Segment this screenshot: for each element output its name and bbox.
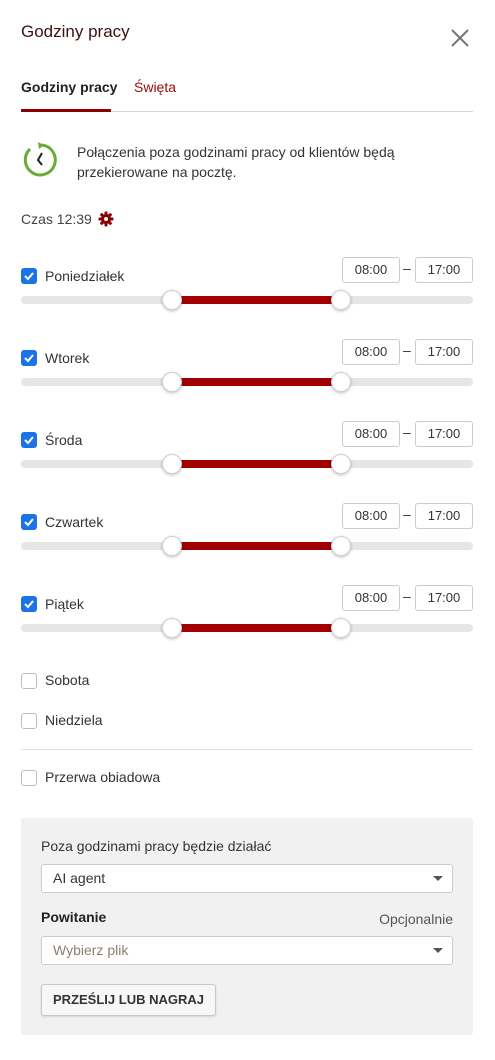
day-row-wednesday: Środa 08:00 – 17:00: [21, 421, 473, 492]
day-label: Wtorek: [45, 350, 90, 366]
current-time-row: Czas 12:39: [21, 211, 114, 227]
day-row-tuesday: Wtorek 08:00 – 17:00: [21, 339, 473, 410]
end-time-input[interactable]: 17:00: [415, 257, 473, 283]
gear-icon[interactable]: [98, 211, 114, 227]
slider-end-handle[interactable]: [331, 372, 352, 392]
upload-or-record-button[interactable]: PRZEŚLIJ LUB NAGRAJ: [41, 984, 216, 1016]
slider-range: [171, 296, 342, 304]
day-row-friday: Piątek 08:00 – 17:00: [21, 585, 473, 656]
wednesday-checkbox[interactable]: [21, 432, 37, 448]
friday-checkbox[interactable]: [21, 596, 37, 612]
range-separator: –: [403, 506, 411, 522]
slider-range: [171, 624, 342, 632]
dropdown-caret-icon: [433, 948, 443, 953]
after-hours-select[interactable]: AI agent: [41, 864, 453, 893]
clock-refresh-icon: [23, 142, 57, 177]
slider-start-handle[interactable]: [161, 290, 182, 310]
after-hours-title: Poza godzinami pracy będzie działać: [41, 838, 272, 854]
lunch-break-checkbox[interactable]: [21, 770, 37, 786]
slider-end-handle[interactable]: [331, 454, 352, 474]
saturday-checkbox[interactable]: [21, 673, 37, 689]
greeting-file-select[interactable]: Wybierz plik: [41, 936, 453, 965]
range-separator: –: [403, 424, 411, 440]
after-hours-selected-value: AI agent: [53, 870, 106, 886]
start-time-input[interactable]: 08:00: [342, 421, 400, 447]
day-row-thursday: Czwartek 08:00 – 17:00: [21, 503, 473, 574]
current-time-label: Czas 12:39: [21, 211, 92, 227]
slider-start-handle[interactable]: [161, 536, 182, 556]
range-separator: –: [403, 260, 411, 276]
tab-working-hours[interactable]: Godziny pracy: [21, 79, 117, 95]
range-separator: –: [403, 342, 411, 358]
slider-start-handle[interactable]: [161, 618, 182, 638]
range-separator: –: [403, 588, 411, 604]
day-row-sunday: Niedziela: [21, 711, 321, 731]
start-time-input[interactable]: 08:00: [342, 339, 400, 365]
tab-bar: Godziny pracy Święta: [21, 76, 473, 112]
start-time-input[interactable]: 08:00: [342, 257, 400, 283]
day-label: Sobota: [45, 672, 90, 688]
slider-range: [171, 378, 342, 386]
lunch-break-label: Przerwa obiadowa: [45, 769, 161, 785]
monday-checkbox[interactable]: [21, 268, 37, 284]
thursday-checkbox[interactable]: [21, 514, 37, 530]
day-row-monday: Poniedziałek 08:00 – 17:00: [21, 257, 473, 328]
lunch-break-row: Przerwa obiadowa: [21, 768, 321, 788]
dialog-title: Godziny pracy: [21, 22, 130, 41]
slider-range: [171, 542, 342, 550]
tuesday-checkbox[interactable]: [21, 350, 37, 366]
slider-start-handle[interactable]: [161, 372, 182, 392]
end-time-input[interactable]: 17:00: [415, 421, 473, 447]
greeting-label: Powitanie: [41, 909, 107, 925]
optional-label: Opcjonalnie: [379, 911, 453, 927]
day-label: Środa: [45, 432, 83, 448]
start-time-input[interactable]: 08:00: [342, 503, 400, 529]
dropdown-caret-icon: [433, 876, 443, 881]
slider-end-handle[interactable]: [331, 618, 352, 638]
day-label: Niedziela: [45, 712, 103, 728]
close-icon[interactable]: [448, 26, 472, 50]
day-label: Piątek: [45, 596, 84, 612]
active-tab-indicator: [21, 109, 111, 112]
info-text: Połączenia poza godzinami pracy od klien…: [77, 144, 395, 180]
divider: [21, 749, 473, 750]
slider-end-handle[interactable]: [331, 290, 352, 310]
after-hours-panel: Poza godzinami pracy będzie działać AI a…: [21, 818, 473, 1035]
day-label: Czwartek: [45, 514, 104, 530]
day-label: Poniedziałek: [45, 268, 125, 284]
slider-end-handle[interactable]: [331, 536, 352, 556]
file-select-placeholder: Wybierz plik: [53, 942, 129, 958]
sunday-checkbox[interactable]: [21, 713, 37, 729]
end-time-input[interactable]: 17:00: [415, 339, 473, 365]
day-row-saturday: Sobota: [21, 671, 321, 691]
tab-holidays[interactable]: Święta: [134, 79, 176, 95]
slider-start-handle[interactable]: [161, 454, 182, 474]
end-time-input[interactable]: 17:00: [415, 585, 473, 611]
end-time-input[interactable]: 17:00: [415, 503, 473, 529]
start-time-input[interactable]: 08:00: [342, 585, 400, 611]
slider-range: [171, 460, 342, 468]
